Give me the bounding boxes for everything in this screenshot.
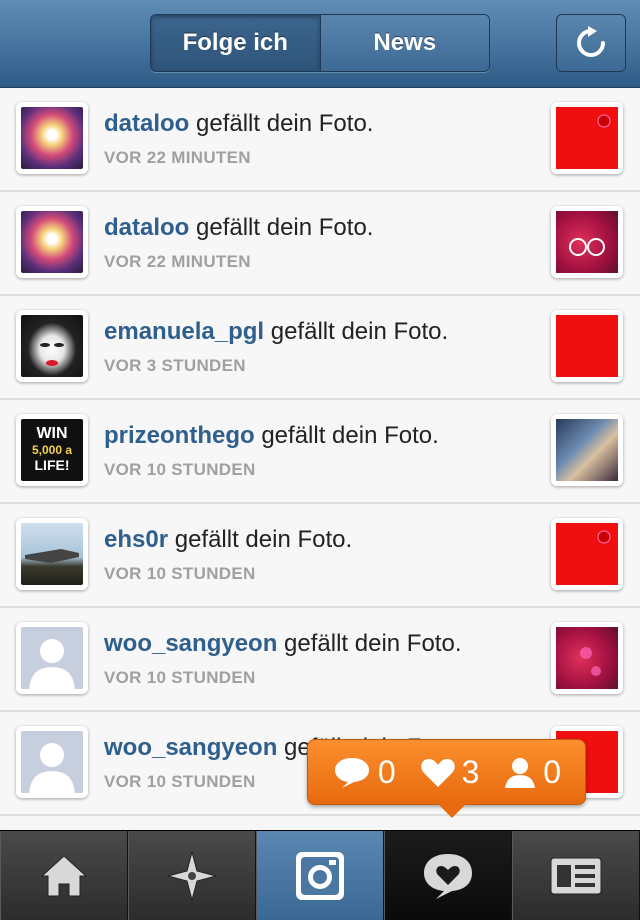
timestamp: VOR 10 STUNDEN [104, 772, 256, 791]
news-feed-list: dataloo gefällt dein Foto. VOR 22 MINUTE… [0, 88, 640, 816]
avatar-text: LIFE! [34, 457, 70, 473]
photo-thumbnail[interactable] [551, 518, 623, 590]
list-item[interactable]: ehs0r gefällt dein Foto. VOR 10 STUNDEN [0, 504, 640, 608]
header-bar: Folge ich News [0, 0, 640, 88]
timestamp: VOR 22 MINUTEN [104, 148, 251, 167]
username-link[interactable]: prizeonthego [104, 422, 255, 449]
refresh-icon [577, 26, 605, 57]
avatar[interactable] [16, 206, 88, 278]
camera-icon [296, 851, 344, 900]
photo-thumbnail[interactable] [551, 622, 623, 694]
default-avatar-icon [29, 743, 75, 793]
photo-thumbnail[interactable] [551, 310, 623, 382]
list-item[interactable]: dataloo gefällt dein Foto. VOR 22 MINUTE… [0, 192, 640, 296]
like-count: 3 [461, 753, 480, 790]
photo-thumbnail[interactable] [551, 414, 623, 486]
username-link[interactable]: ehs0r [104, 526, 168, 553]
list-item[interactable]: WIN 5,000 a LIFE! prizeonthego gefällt d… [0, 400, 640, 504]
username-link[interactable]: woo_sangyeon [104, 630, 277, 657]
segmented-control: Folge ich News [150, 14, 490, 72]
avatar-text: WIN [36, 425, 68, 442]
avatar[interactable] [16, 622, 88, 694]
home-icon [40, 854, 88, 896]
list-item[interactable]: emanuela_pgl gefällt dein Foto. VOR 3 ST… [0, 296, 640, 400]
username-link[interactable]: woo_sangyeon [104, 734, 277, 761]
tab-home[interactable] [0, 831, 128, 920]
activity-text: gefällt dein Foto. [254, 422, 439, 449]
comment-icon [334, 758, 369, 788]
list-item[interactable]: woo_sangyeon gefällt dein Foto. VOR 10 S… [0, 608, 640, 712]
follower-count: 0 [543, 753, 562, 790]
refresh-button[interactable] [556, 14, 626, 72]
person-icon [505, 758, 536, 788]
timestamp: VOR 3 STUNDEN [104, 356, 246, 375]
avatar[interactable] [16, 518, 88, 590]
explore-icon [166, 849, 218, 902]
username-link[interactable]: emanuela_pgl [104, 318, 264, 345]
photo-thumbnail[interactable] [551, 206, 623, 278]
tab-camera[interactable] [256, 831, 384, 920]
avatar[interactable] [16, 102, 88, 174]
tab-explore[interactable] [128, 831, 256, 920]
tab-folge-ich[interactable]: Folge ich [151, 15, 320, 71]
activity-text: gefällt dein Foto. [277, 630, 462, 657]
activity-text: gefällt dein Foto. [168, 526, 353, 553]
news-icon [424, 853, 472, 899]
avatar-text: 5,000 a [31, 443, 73, 457]
timestamp: VOR 10 STUNDEN [104, 668, 256, 687]
tab-news[interactable]: News [319, 15, 489, 71]
photo-thumbnail[interactable] [551, 102, 623, 174]
activity-notification-bubble[interactable]: 0 3 0 [307, 739, 586, 818]
comment-count: 0 [377, 753, 396, 790]
timestamp: VOR 10 STUNDEN [104, 460, 256, 479]
tab-profile[interactable] [512, 831, 640, 920]
avatar[interactable] [16, 726, 88, 798]
list-item[interactable]: dataloo gefällt dein Foto. VOR 22 MINUTE… [0, 88, 640, 192]
profile-icon [550, 857, 602, 894]
username-link[interactable]: dataloo [104, 214, 189, 241]
username-link[interactable]: dataloo [104, 110, 189, 137]
tab-bar [0, 830, 640, 920]
activity-text: gefällt dein Foto. [189, 214, 374, 241]
default-avatar-icon [29, 639, 75, 689]
tab-news[interactable] [384, 831, 512, 920]
avatar[interactable] [16, 310, 88, 382]
timestamp: VOR 10 STUNDEN [104, 564, 256, 583]
heart-icon [420, 759, 455, 787]
activity-text: gefällt dein Foto. [189, 110, 374, 137]
timestamp: VOR 22 MINUTEN [104, 252, 251, 271]
activity-text: gefällt dein Foto. [264, 318, 449, 345]
avatar[interactable]: WIN 5,000 a LIFE! [16, 414, 88, 486]
